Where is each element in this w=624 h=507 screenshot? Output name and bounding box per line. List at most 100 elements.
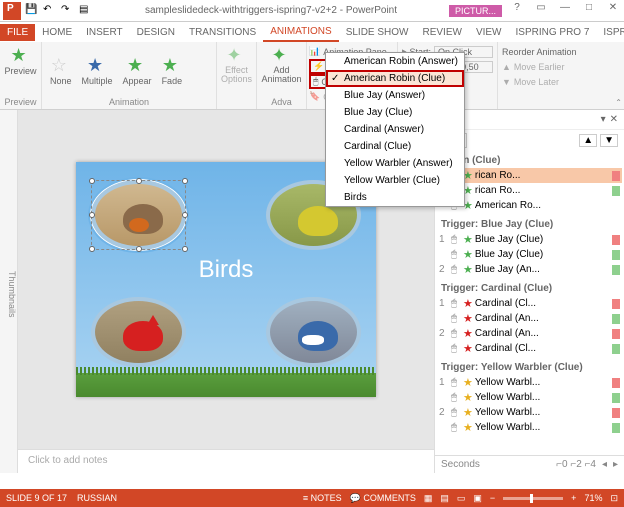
- trigger-option[interactable]: Birds: [326, 189, 464, 206]
- start-slideshow-icon[interactable]: ▤: [79, 4, 93, 18]
- trigger-type-icon: 🖱: [451, 377, 461, 388]
- notes-pane[interactable]: Click to add notes: [18, 449, 434, 473]
- ribbon-tabs: FILEHOMEINSERTDESIGNTRANSITIONSANIMATION…: [0, 22, 624, 42]
- effect-star-icon: ★: [463, 297, 473, 310]
- thumbnails-rail[interactable]: Thumbnails: [0, 110, 18, 473]
- language-indicator[interactable]: RUSSIAN: [77, 493, 117, 503]
- tab-animations[interactable]: ANIMATIONS: [263, 23, 338, 42]
- workspace: Thumbnails Birds Click to add notes Pane…: [0, 110, 624, 473]
- move-later-button[interactable]: ▼ Move Later: [502, 74, 577, 89]
- move-earlier-button[interactable]: ▲ Move Earlier: [502, 59, 577, 74]
- slide-indicator[interactable]: SLIDE 9 OF 17: [6, 493, 67, 503]
- duration-bar: [612, 378, 620, 388]
- timeline-scroll-right[interactable]: ▸: [613, 459, 618, 470]
- tab-design[interactable]: DESIGN: [130, 24, 182, 41]
- preview-button[interactable]: ★ Preview: [4, 44, 37, 77]
- tab-ispring-pro-7[interactable]: ISPRING PRO 7: [509, 24, 597, 41]
- effect-star-icon: ★: [463, 421, 473, 434]
- reorder-label: Reorder Animation: [502, 44, 577, 59]
- zoom-level[interactable]: 71%: [584, 493, 602, 503]
- anim-appear[interactable]: ★Appear: [119, 44, 156, 97]
- trigger-option[interactable]: Cardinal (Answer): [326, 121, 464, 138]
- anim-fade[interactable]: ★Fade: [158, 44, 187, 97]
- duration-bar: [612, 250, 620, 260]
- warbler-bird-icon: [298, 206, 338, 236]
- effect-options-button[interactable]: ✦ Effect Options: [221, 44, 252, 85]
- tab-review[interactable]: REVIEW: [415, 24, 468, 41]
- animation-row[interactable]: 1🖱★Blue Jay (Clue): [437, 232, 622, 247]
- ribbon-options-icon[interactable]: ▭: [530, 2, 552, 20]
- animation-row[interactable]: 2🖱★Blue Jay (An...: [437, 262, 622, 277]
- minimize-icon[interactable]: —: [554, 2, 576, 20]
- animation-row[interactable]: 🖱★Blue Jay (Clue): [437, 247, 622, 262]
- animation-row[interactable]: 🖱★Yellow Warbl...: [437, 390, 622, 405]
- american-robin-image[interactable]: [91, 180, 186, 250]
- close-icon[interactable]: ✕: [602, 2, 624, 20]
- normal-view-icon[interactable]: ▦: [424, 493, 433, 504]
- star-icon: ★: [127, 55, 147, 75]
- tab-transitions[interactable]: TRANSITIONS: [182, 24, 263, 41]
- tab-file[interactable]: FILE: [0, 24, 35, 41]
- zoom-in-icon[interactable]: +: [571, 493, 576, 503]
- animation-row[interactable]: 🖱★Yellow Warbl...: [437, 420, 622, 435]
- trigger-option[interactable]: Blue Jay (Clue): [326, 104, 464, 121]
- animation-row[interactable]: 🖱★Cardinal (Cl...: [437, 341, 622, 356]
- undo-icon[interactable]: ↶: [43, 4, 57, 18]
- reading-view-icon[interactable]: ▭: [457, 493, 466, 504]
- trigger-dropdown-menu: American Robin (Answer)✓American Robin (…: [325, 52, 465, 207]
- move-down-button[interactable]: ▼: [600, 134, 618, 147]
- blue-jay-image[interactable]: [266, 297, 361, 367]
- trigger-type-icon: 🖱: [451, 407, 461, 418]
- trigger-option[interactable]: ✓American Robin (Clue): [326, 70, 464, 87]
- add-animation-button[interactable]: ✦ Add Animation: [261, 44, 302, 85]
- animation-row[interactable]: 2🖱★Yellow Warbl...: [437, 405, 622, 420]
- animation-row[interactable]: 🖱★Cardinal (An...: [437, 311, 622, 326]
- check-icon: ✓: [331, 73, 339, 84]
- save-icon[interactable]: 💾: [25, 4, 39, 18]
- fit-to-window-icon[interactable]: ⊡: [610, 493, 618, 504]
- trigger-option[interactable]: Yellow Warbler (Answer): [326, 155, 464, 172]
- app-icon: [3, 2, 21, 20]
- redo-icon[interactable]: ↷: [61, 4, 75, 18]
- animation-row[interactable]: 1🖱★Cardinal (Cl...: [437, 296, 622, 311]
- tab-view[interactable]: VIEW: [469, 24, 509, 41]
- tab-slide-show[interactable]: SLIDE SHOW: [339, 24, 416, 41]
- slide-title[interactable]: Birds: [199, 256, 254, 284]
- notes-button[interactable]: ≡ NOTES: [303, 493, 342, 503]
- trigger-option[interactable]: Yellow Warbler (Clue): [326, 172, 464, 189]
- trigger-group-label: Trigger: Blue Jay (Clue): [437, 217, 622, 232]
- tab-ispring-suite-7[interactable]: ISPRING SUITE 7: [596, 24, 624, 41]
- anim-none[interactable]: ☆None: [46, 44, 76, 97]
- status-bar: SLIDE 9 OF 17 RUSSIAN ≡ NOTES 💬 COMMENTS…: [0, 489, 624, 507]
- close-pane-icon[interactable]: ✕: [610, 114, 618, 125]
- trigger-option[interactable]: Blue Jay (Answer): [326, 87, 464, 104]
- anim-multiple[interactable]: ★Multiple: [78, 44, 117, 97]
- effect-star-icon: ★: [463, 248, 473, 261]
- grass-decoration: [76, 373, 376, 397]
- zoom-out-icon[interactable]: −: [490, 493, 495, 503]
- effect-options-icon: ✦: [227, 45, 247, 65]
- help-icon[interactable]: ?: [506, 2, 528, 20]
- trigger-option[interactable]: American Robin (Answer): [326, 53, 464, 70]
- trigger-option[interactable]: Cardinal (Clue): [326, 138, 464, 155]
- maximize-icon[interactable]: □: [578, 2, 600, 20]
- collapse-ribbon-icon[interactable]: ⌃: [615, 98, 622, 107]
- timeline-scroll-left[interactable]: ◂: [602, 459, 607, 470]
- move-up-button[interactable]: ▲: [579, 134, 597, 147]
- animation-row[interactable]: 1🖱★Yellow Warbl...: [437, 375, 622, 390]
- trigger-type-icon: 🖱: [451, 298, 461, 309]
- cardinal-image[interactable]: [91, 297, 186, 367]
- tab-insert[interactable]: INSERT: [79, 24, 130, 41]
- preview-icon: ★: [11, 45, 31, 65]
- selection-handles[interactable]: [91, 180, 186, 250]
- tab-home[interactable]: HOME: [35, 24, 79, 41]
- sorter-view-icon[interactable]: ▤: [440, 493, 449, 504]
- duration-bar: [612, 408, 620, 418]
- slideshow-view-icon[interactable]: ▣: [473, 493, 482, 504]
- animation-row[interactable]: 2🖱★Cardinal (An...: [437, 326, 622, 341]
- pane-dropdown-icon[interactable]: ▾: [601, 114, 606, 125]
- zoom-slider[interactable]: [503, 497, 563, 500]
- cardinal-bird-icon: [123, 321, 163, 351]
- duration-bar: [612, 171, 620, 181]
- comments-button[interactable]: 💬 COMMENTS: [350, 493, 416, 504]
